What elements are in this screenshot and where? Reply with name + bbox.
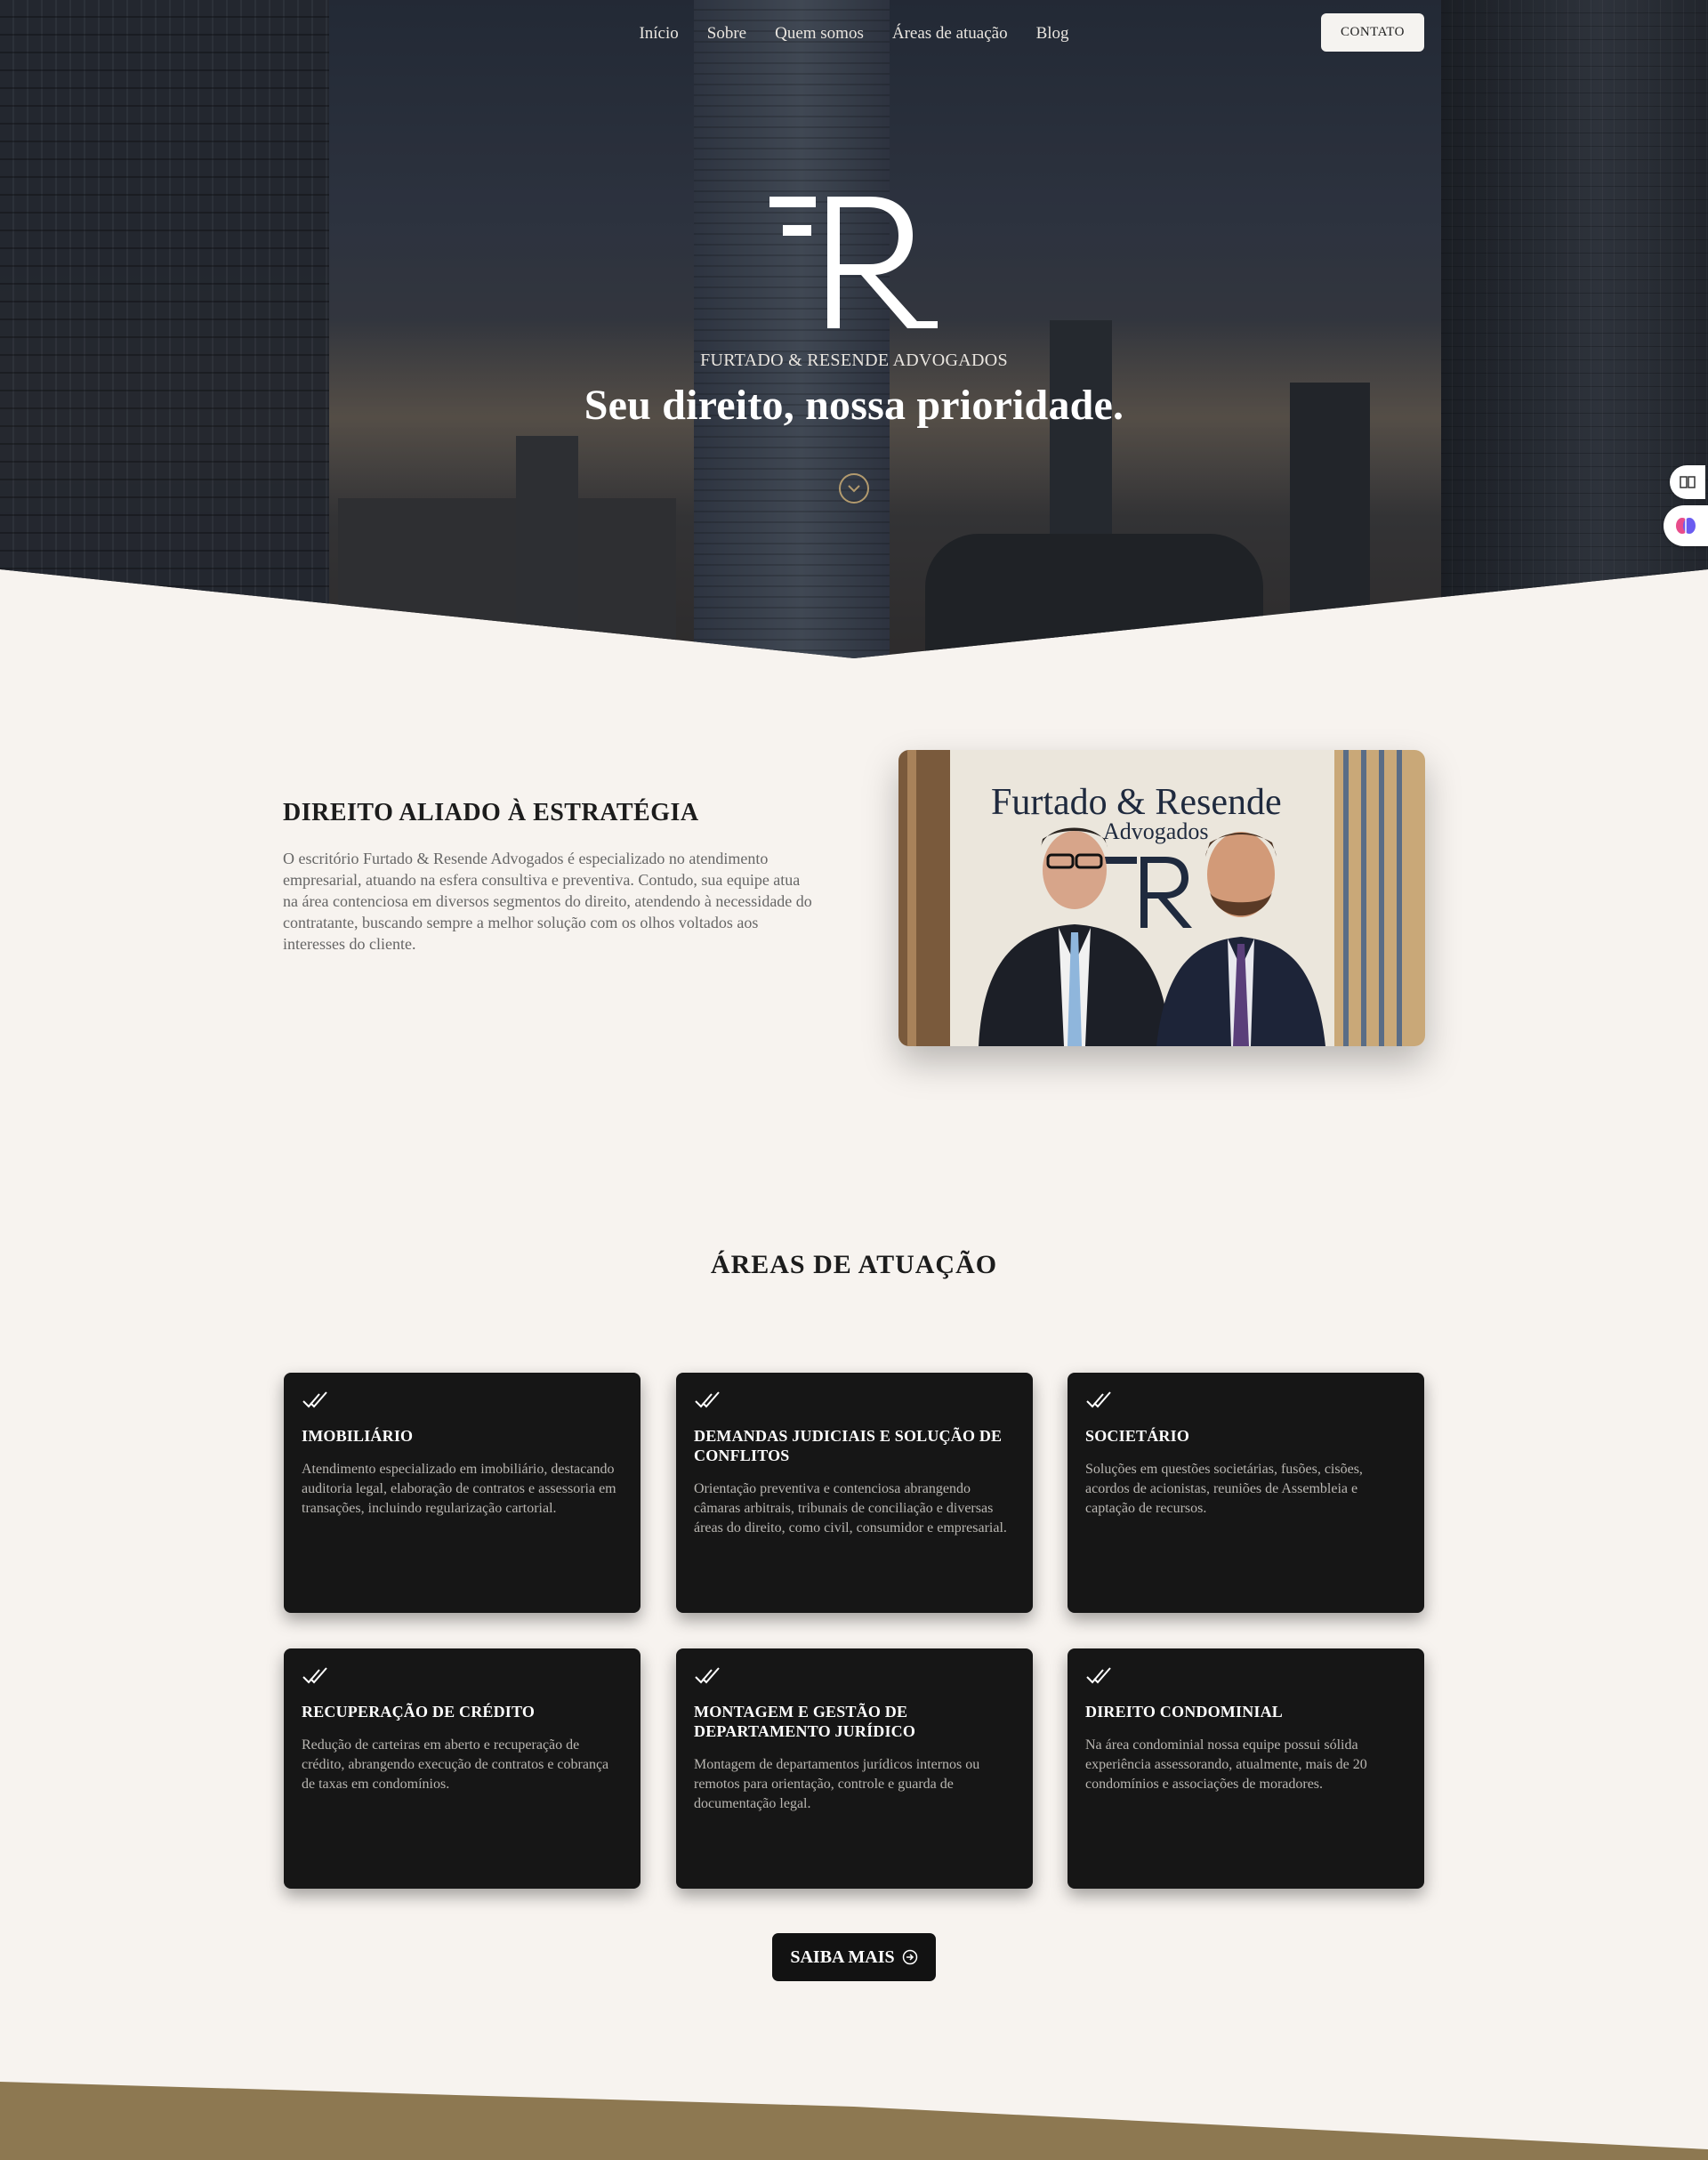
nav-item-areas[interactable]: Áreas de atuação: [892, 24, 1008, 44]
area-card-text: Orientação preventiva e contenciosa abra…: [694, 1481, 1007, 1535]
accessibility-widget[interactable]: [1664, 505, 1708, 546]
about-title: DIREITO ALIADO À ESTRATÉGIA: [283, 799, 699, 827]
brand-name: FURTADO & RESENDE ADVOGADOS: [700, 351, 1008, 370]
fr-logo: [769, 197, 938, 328]
areas-title: ÁREAS DE ATUAÇÃO: [710, 1250, 998, 1279]
area-card-title: DEMANDAS JUDICIAIS E SOLUÇÃO DE CONFLITO…: [694, 1427, 1003, 1464]
scroll-down-button[interactable]: [839, 473, 869, 504]
area-card-demandas[interactable]: DEMANDAS JUDICIAIS E SOLUÇÃO DE CONFLITO…: [676, 1373, 1033, 1613]
reader-widget[interactable]: [1670, 465, 1705, 499]
brain-icon: [1676, 518, 1696, 534]
nav-item-blog[interactable]: Blog: [1036, 24, 1069, 44]
area-card-departamento[interactable]: MONTAGEM E GESTÃO DE DEPARTAMENTO JURÍDI…: [676, 1648, 1033, 1889]
about-title-light: DIREITO ALIADO À: [283, 799, 534, 826]
nav-item-inicio[interactable]: Início: [639, 24, 678, 44]
saiba-mais-button[interactable]: SAIBA MAIS: [772, 1933, 936, 1981]
saiba-mais-label: SAIBA MAIS: [790, 1946, 895, 1967]
area-card-text: Soluções em questões societárias, fusões…: [1085, 1462, 1363, 1516]
footer-band: [0, 2082, 1708, 2160]
reader-icon: [1680, 476, 1696, 488]
area-card-text: Na área condominial nossa equipe possui …: [1085, 1737, 1367, 1792]
main-nav: Início Sobre Quem somos Áreas de atuação…: [0, 16, 1708, 52]
area-card-recuperacao[interactable]: RECUPERAÇÃO DE CRÉDITO Redução de cartei…: [284, 1648, 640, 1889]
photo-sign-line1: Furtado & Resende: [991, 782, 1282, 823]
area-card-title: RECUPERAÇÃO DE CRÉDITO: [302, 1703, 536, 1721]
area-card-text: Montagem de departamentos jurídicos inte…: [694, 1757, 980, 1811]
area-card-condominial[interactable]: DIREITO CONDOMINIAL Na área condominial …: [1068, 1648, 1424, 1889]
check-double-icon: [1086, 1667, 1111, 1684]
check-double-icon: [695, 1391, 720, 1408]
photo-sign-line2: Advogados: [1103, 818, 1208, 844]
check-double-icon: [695, 1667, 720, 1684]
nav-item-quem-somos[interactable]: Quem somos: [775, 24, 864, 44]
arrow-right-circle-icon: [902, 1949, 917, 1965]
area-card-title: IMOBILIÁRIO: [302, 1427, 414, 1445]
team-photo: Furtado & Resende Advogados: [898, 750, 1425, 1046]
area-card-text: Redução de carteiras em aberto e recuper…: [302, 1737, 609, 1792]
check-double-icon: [1086, 1391, 1111, 1408]
nav-item-sobre[interactable]: Sobre: [707, 24, 746, 44]
area-card-title: DIREITO CONDOMINIAL: [1085, 1703, 1283, 1721]
about-text: O escritório Furtado & Resende Advogados…: [283, 850, 812, 953]
check-double-icon: [302, 1667, 327, 1684]
check-double-icon: [302, 1391, 327, 1408]
about-title-bold: ESTRATÉGIA: [533, 799, 699, 826]
chevron-down-icon: [848, 485, 860, 493]
contact-button[interactable]: CONTATO: [1321, 13, 1424, 52]
area-card-text: Atendimento especializado em imobiliário…: [302, 1462, 616, 1516]
hero-tagline: Seu direito, nossa prioridade.: [584, 382, 1124, 429]
area-card-societario[interactable]: SOCIETÁRIO Soluções em questões societár…: [1068, 1373, 1424, 1613]
area-card-imobiliario[interactable]: IMOBILIÁRIO Atendimento especializado em…: [284, 1373, 640, 1613]
area-card-title: SOCIETÁRIO: [1085, 1427, 1190, 1445]
area-card-title: MONTAGEM E GESTÃO DE DEPARTAMENTO JURÍDI…: [694, 1703, 916, 1740]
